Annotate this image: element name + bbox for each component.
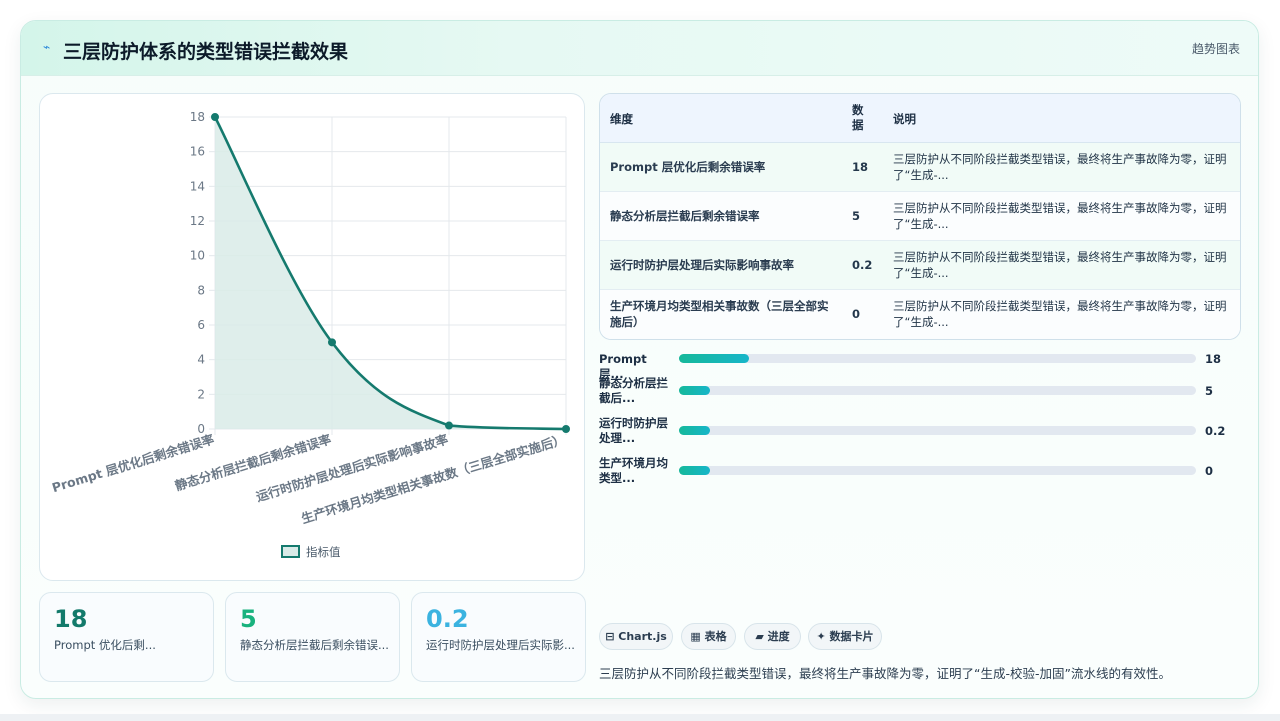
progress-fill: [679, 386, 711, 395]
kpi-card-3: 0.2 运行时防护层处理后实际影...: [411, 592, 586, 682]
row-value: 0: [852, 307, 861, 321]
chip-progress[interactable]: ▰ 进度: [744, 623, 801, 650]
y-tick-label: 4: [197, 353, 205, 367]
column-header-dimension: 维度: [610, 112, 633, 126]
progress-row: 静态分析层拦截后... 5: [599, 376, 1239, 410]
row-dimension: 运行时防护层处理后实际影响事故率: [610, 258, 794, 272]
table-header: 维度 数 据 说明: [600, 94, 1240, 143]
progress-label: 生产环境月均类型...: [599, 456, 668, 485]
data-point: [562, 425, 570, 433]
table-row: 运行时防护层处理后实际影响事故率 0.2 三层防护从不同阶段拦截类型错误，最终将…: [600, 241, 1240, 290]
column-header-data: 数 据: [852, 103, 864, 132]
progress-value: 0.2: [1205, 424, 1226, 438]
page-title: 三层防护体系的类型错误拦截效果: [63, 41, 349, 63]
progress-label: 静态分析层拦截后...: [599, 376, 668, 405]
line-chart-panel: 0 2 4 6 8 10 12 14 16 18 Prompt 层优化后剩余错误率 静态分析层拦截后剩…: [39, 93, 585, 581]
row-value: 0.2: [852, 258, 873, 272]
column-header-description: 说明: [893, 112, 916, 126]
kpi-label: 静态分析层拦截后剩余错误...: [240, 638, 389, 652]
kpi-label: 运行时防护层处理后实际影...: [426, 638, 575, 652]
progress-fill: [679, 354, 749, 363]
kpi-label: Prompt 优化后剩...: [54, 638, 156, 652]
row-dimension: 生产环境月均类型相关事故数（三层全部实施后）: [610, 299, 829, 329]
progress-track: [679, 386, 1196, 395]
row-description: 三层防护从不同阶段拦截类型错误，最终将生产事故降为零，证明了“生成-...: [893, 201, 1227, 231]
progress-track: [679, 466, 1196, 475]
progress-fill: [679, 466, 711, 475]
x-tick-label: 运行时防护层处理后实际影响事故率: [254, 431, 450, 504]
progress-label: 运行时防护层处理...: [599, 416, 668, 445]
bottom-strip: [0, 714, 1280, 721]
table-row: 静态分析层拦截后剩余错误率 5 三层防护从不同阶段拦截类型错误，最终将生产事故降…: [600, 192, 1240, 241]
card-header: ⌁ 三层防护体系的类型错误拦截效果 趋势图表: [21, 21, 1258, 76]
data-point: [211, 113, 219, 121]
table-row: 生产环境月均类型相关事故数（三层全部实施后） 0 三层防护从不同阶段拦截类型错误…: [600, 290, 1240, 339]
y-tick-label: 10: [190, 249, 205, 263]
kpi-value: 18: [54, 605, 88, 633]
progress-track: [679, 354, 1196, 363]
y-tick-label: 12: [190, 214, 205, 228]
kpi-value: 0.2: [426, 605, 469, 633]
data-table: 维度 数 据 说明 Prompt 层优化后剩余错误率 18 三层防护从不同阶段拦…: [599, 93, 1241, 340]
data-point: [445, 421, 453, 430]
table-row: Prompt 层优化后剩余错误率 18 三层防护从不同阶段拦截类型错误，最终将生…: [600, 143, 1240, 192]
legend-swatch: [281, 545, 300, 558]
y-tick-label: 18: [190, 110, 205, 124]
kpi-card-1: 18 Prompt 优化后剩...: [39, 592, 214, 682]
progress-value: 5: [1205, 384, 1214, 398]
row-dimension: Prompt 层优化后剩余错误率: [610, 160, 766, 174]
lightning-icon: ⌁: [43, 40, 51, 54]
chip-table[interactable]: ▦ 表格: [681, 623, 736, 650]
progress-track: [679, 426, 1196, 435]
line-chart: 024681012141618Prompt 层优化后剩余错误率静态分析层拦截后剩…: [50, 110, 570, 559]
row-value: 18: [852, 160, 869, 174]
kpi-value: 5: [240, 605, 257, 633]
row-description: 三层防护从不同阶段拦截类型错误，最终将生产事故降为零，证明了“生成-...: [893, 250, 1227, 280]
y-tick-label: 2: [197, 387, 205, 401]
chip-data-cards[interactable]: ✦ 数据卡片: [808, 623, 882, 650]
y-tick-label: 8: [197, 283, 205, 297]
progress-fill: [679, 426, 711, 435]
kpi-card-2: 5 静态分析层拦截后剩余错误...: [225, 592, 400, 682]
row-value: 5: [852, 209, 861, 223]
dashboard-card: ⌁ 三层防护体系的类型错误拦截效果 趋势图表 0 2 4 6 8 10 12 14 16 18 Pr…: [20, 20, 1259, 699]
row-dimension: 静态分析层拦截后剩余错误率: [610, 209, 760, 223]
y-tick-label: 6: [197, 318, 205, 332]
row-description: 三层防护从不同阶段拦截类型错误，最终将生产事故降为零，证明了“生成-...: [893, 299, 1227, 329]
chip-chartjs[interactable]: ⊟ Chart.js: [599, 623, 673, 650]
progress-row: 运行时防护层处理... 0.2: [599, 416, 1239, 450]
progress-value: 0: [1205, 464, 1214, 478]
y-tick-label: 16: [190, 145, 205, 159]
progress-value: 18: [1205, 352, 1222, 366]
chart-type-badge: 趋势图表: [1191, 42, 1240, 56]
summary-text: 三层防护从不同阶段拦截类型错误，最终将生产事故降为零，证明了“生成-校验-加固”…: [599, 666, 1171, 681]
y-tick-label: 14: [190, 179, 205, 193]
row-description: 三层防护从不同阶段拦截类型错误，最终将生产事故降为零，证明了“生成-...: [893, 152, 1227, 182]
progress-row: 生产环境月均类型... 0: [599, 456, 1239, 490]
data-point: [328, 338, 336, 347]
series-area: [215, 117, 566, 429]
legend-label: 指标值: [306, 545, 341, 559]
